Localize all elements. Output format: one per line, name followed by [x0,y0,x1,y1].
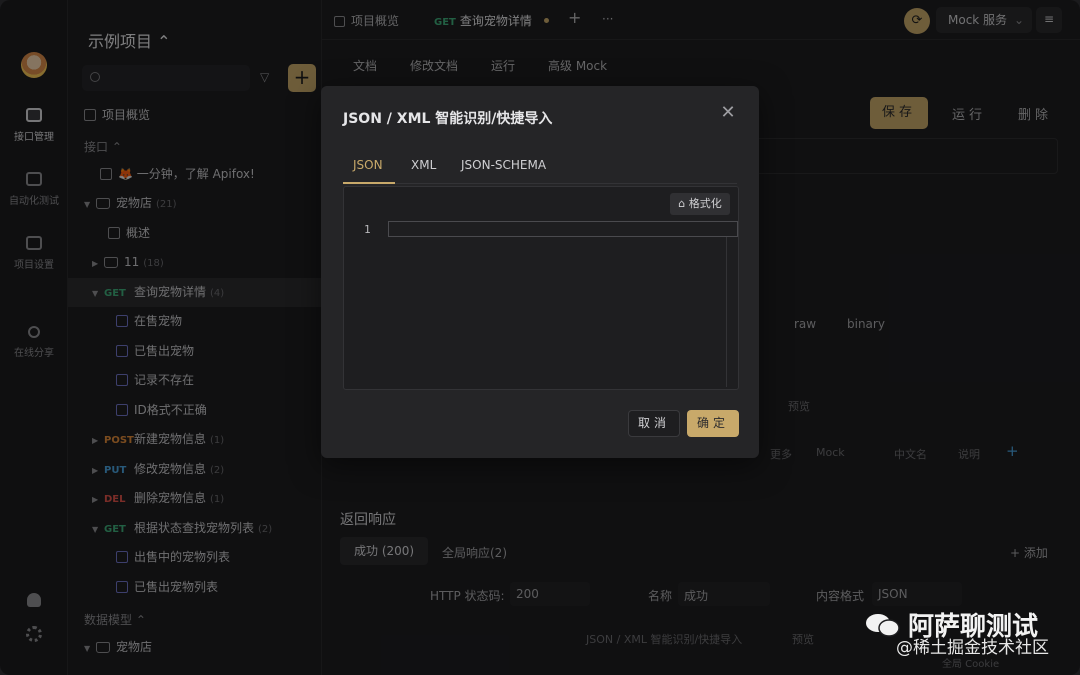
format-button[interactable]: ⌂ 格式化 [670,193,730,215]
tab-json[interactable]: JSON [353,158,383,172]
close-icon[interactable]: ✕ [719,104,737,122]
editor-current-line[interactable] [388,221,738,237]
app-window: 接口管理 自动化测试 项目设置 在线分享 示例项目 ⌃ ▽ + 项目概览 接口 … [0,0,1080,675]
watermark-subtitle: @稀土掘金技术社区 [896,638,1049,658]
cancel-button[interactable]: 取消 [628,410,680,437]
active-tab-indicator [343,182,395,184]
ok-button[interactable]: 确定 [687,410,739,437]
tab-json-schema[interactable]: JSON-SCHEMA [461,158,546,172]
code-editor[interactable]: ⌂ 格式化 1 [343,186,739,390]
import-format-tabs: JSON XML JSON-SCHEMA [343,150,737,184]
line-number: 1 [364,223,371,236]
dialog-title: JSON / XML 智能识别/快捷导入 [343,111,553,127]
format-icon: ⌂ [678,197,689,210]
format-button-label: 格式化 [688,197,722,210]
import-dialog: JSON / XML 智能识别/快捷导入 ✕ JSON XML JSON-SCH… [321,86,759,458]
tab-xml[interactable]: XML [411,158,436,172]
editor-scrollbar[interactable] [726,237,727,387]
